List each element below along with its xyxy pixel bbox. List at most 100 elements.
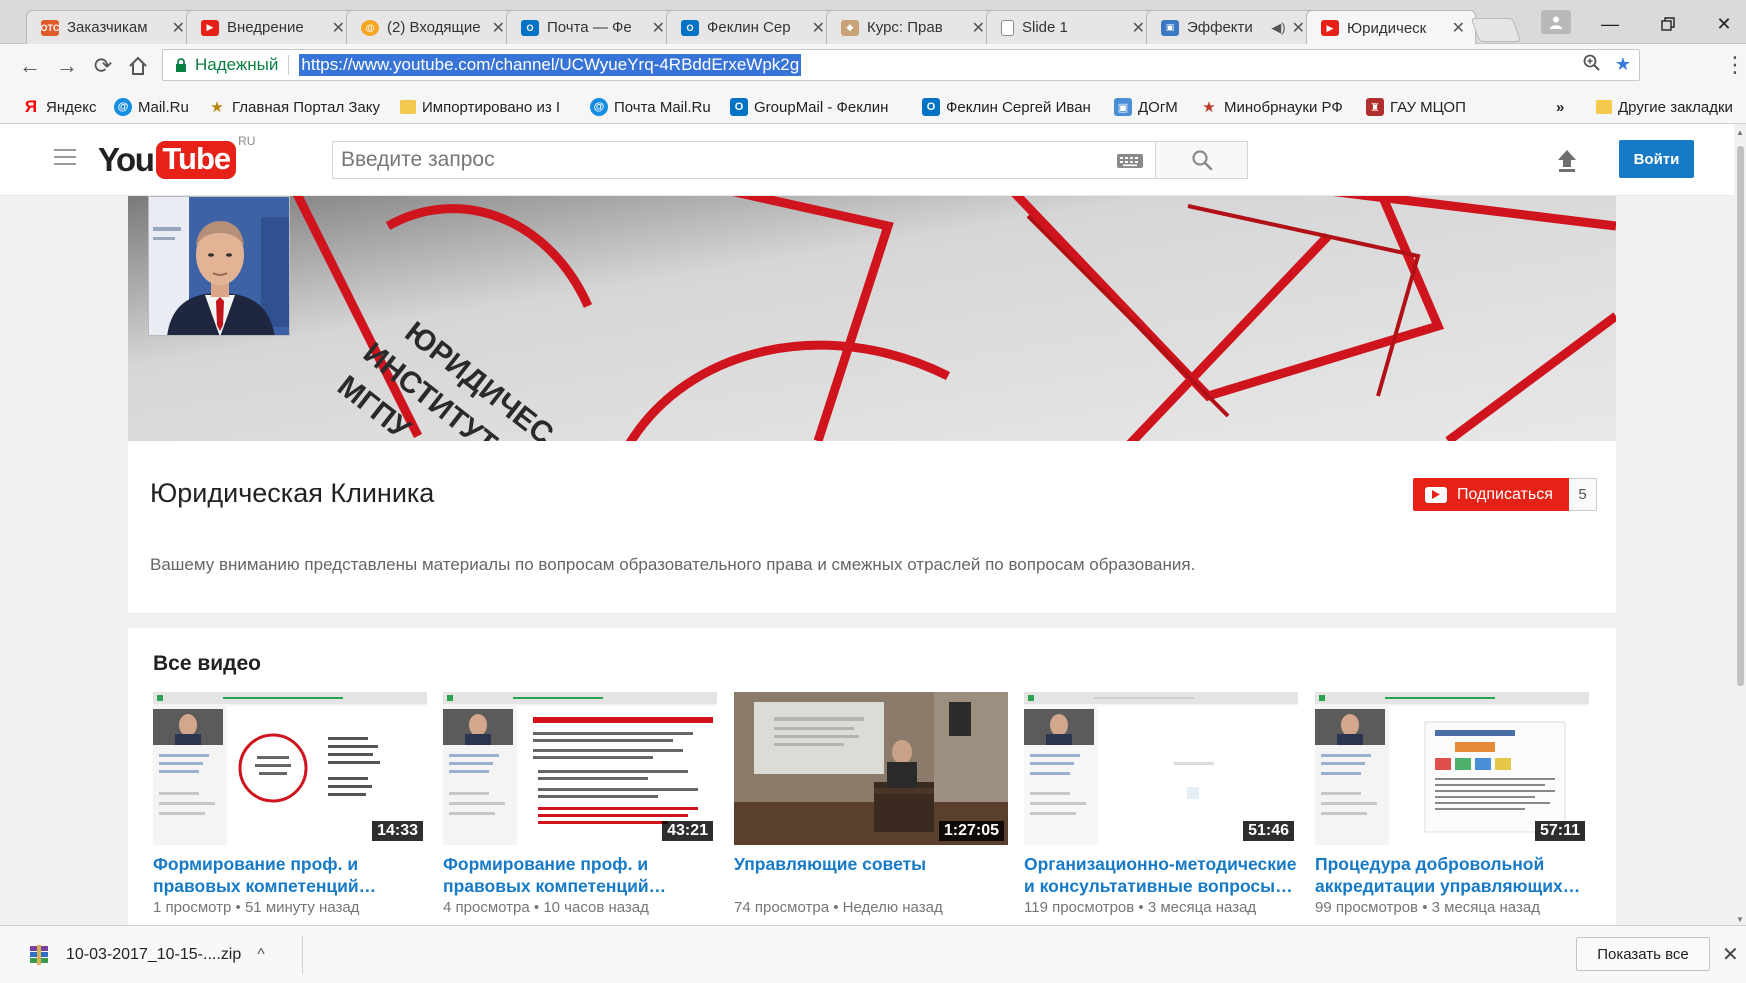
scroll-up-icon[interactable]: ▲: [1736, 128, 1744, 137]
youtube-logo[interactable]: You Tube RU: [98, 134, 255, 180]
video-views: 99 просмотров: [1315, 899, 1419, 916]
search-button[interactable]: [1156, 141, 1248, 179]
video-card[interactable]: 43:21 Формирование проф. и правовых комп…: [443, 692, 717, 916]
browser-tab-active[interactable]: ▶ Юридическ ✕: [1306, 10, 1476, 45]
show-all-downloads-button[interactable]: Показать все: [1576, 937, 1710, 971]
tab-title: Курс: Прав: [867, 19, 943, 36]
video-thumbnail[interactable]: 1:27:05: [734, 692, 1008, 845]
speaker-mute-icon[interactable]: ◀): [1271, 20, 1285, 36]
video-duration: 57:11: [1534, 821, 1585, 841]
image-icon: ▣: [1114, 98, 1132, 116]
browser-tab[interactable]: ▣ Эффекти ◀) ✕: [1146, 10, 1316, 44]
sign-in-button[interactable]: Войти: [1619, 140, 1694, 178]
video-title-link[interactable]: Формирование проф. и правовых компетенци…: [153, 853, 427, 897]
guide-menu-icon[interactable]: [54, 149, 76, 165]
close-tab-icon[interactable]: ✕: [172, 18, 185, 38]
new-tab-button[interactable]: [1470, 18, 1522, 42]
bookmarks-overflow-button[interactable]: »: [1556, 96, 1564, 118]
close-tab-icon[interactable]: ✕: [652, 18, 665, 38]
channel-avatar[interactable]: [148, 196, 290, 336]
browser-tab[interactable]: O Почта — Фе ✕: [506, 10, 676, 44]
video-thumbnail[interactable]: 43:21: [443, 692, 717, 845]
other-bookmarks-folder[interactable]: Другие закладки: [1596, 96, 1733, 118]
browser-tab[interactable]: ◆ Курс: Прав ✕: [826, 10, 996, 44]
video-meta: 1 просмотр • 51 минуту назад: [153, 899, 427, 916]
url-text[interactable]: https://www.youtube.com/channel/UCWyueYr…: [299, 54, 802, 76]
home-icon[interactable]: [124, 52, 152, 80]
page-scrollbar[interactable]: ▲ ▼: [1734, 124, 1746, 926]
bookmark-item[interactable]: ★ Минобрнауки РФ: [1200, 96, 1342, 118]
video-thumbnail[interactable]: 57:11: [1315, 692, 1589, 845]
close-tab-icon[interactable]: ✕: [812, 18, 825, 38]
bookmark-item[interactable]: O Феклин Сергей Иван: [922, 96, 1091, 118]
bookmark-label: Яндекс: [46, 98, 97, 116]
video-thumbnail[interactable]: 51:46: [1024, 692, 1298, 845]
forward-icon[interactable]: →: [53, 52, 81, 80]
browser-tab[interactable]: @ (2) Входящие ✕: [346, 10, 516, 44]
bookmark-item[interactable]: ♜ ГАУ МЦОП: [1366, 96, 1466, 118]
search-input[interactable]: Введите запрос: [332, 141, 1156, 179]
close-tab-icon[interactable]: ✕: [492, 18, 505, 38]
reload-icon[interactable]: ⟳: [89, 52, 117, 80]
profile-icon[interactable]: [1541, 10, 1571, 34]
scroll-down-icon[interactable]: ▼: [1736, 915, 1744, 924]
bookmark-star-icon[interactable]: ★: [1615, 54, 1631, 77]
logo-you: You: [98, 141, 155, 178]
video-card[interactable]: 14:33 Формирование проф. и правовых комп…: [153, 692, 427, 916]
bookmark-item[interactable]: ▣ ДОгМ: [1114, 96, 1178, 118]
bookmark-item[interactable]: ★ Главная Портал Заку: [208, 96, 380, 118]
bookmark-item[interactable]: O GroupMail - Феклин: [730, 96, 888, 118]
section-title[interactable]: Все видео: [153, 652, 261, 676]
subscribe-button[interactable]: Подписаться: [1413, 478, 1569, 511]
close-download-shelf-icon[interactable]: ✕: [1722, 942, 1739, 967]
video-title-link[interactable]: Организационно-методические и консультат…: [1024, 853, 1298, 897]
bookmark-item[interactable]: @ Mail.Ru: [114, 96, 189, 118]
browser-menu-icon[interactable]: ⋮: [1724, 52, 1746, 78]
bookmark-label: Главная Портал Заку: [232, 98, 380, 116]
keyboard-icon[interactable]: [1116, 152, 1144, 170]
browser-tab[interactable]: Slide 1 ✕: [986, 10, 1156, 44]
browser-tab[interactable]: ▶ Внедрение ✕: [186, 10, 356, 44]
yandex-icon: Я: [24, 97, 38, 116]
zoom-icon[interactable]: [1583, 54, 1601, 77]
minimize-icon[interactable]: —: [1594, 12, 1626, 36]
video-thumbnail[interactable]: 14:33: [153, 692, 427, 845]
video-card[interactable]: 57:11 Процедура добровольной аккредитаци…: [1315, 692, 1589, 916]
browser-tab[interactable]: O Феклин Сер ✕: [666, 10, 836, 44]
close-window-icon[interactable]: ✕: [1708, 12, 1740, 36]
restore-icon[interactable]: [1652, 12, 1684, 36]
download-item[interactable]: 10-03-2017_10-15-....zip ^: [28, 940, 265, 970]
bookmarks-bar: Я Яндекс @ Mail.Ru ★ Главная Портал Заку…: [0, 88, 1746, 124]
close-tab-icon[interactable]: ✕: [1292, 18, 1305, 38]
bookmark-label: ДОгМ: [1138, 98, 1178, 116]
close-tab-icon[interactable]: ✕: [1452, 18, 1465, 38]
close-tab-icon[interactable]: ✕: [332, 18, 345, 38]
bookmark-label: Mail.Ru: [138, 98, 189, 116]
video-card[interactable]: 1:27:05 Управляющие советы 74 просмотра …: [734, 692, 1008, 916]
upload-icon[interactable]: [1554, 148, 1580, 174]
meta-separator: •: [235, 899, 241, 916]
video-card[interactable]: 51:46 Организационно-методические и конс…: [1024, 692, 1298, 916]
video-age: 10 часов назад: [543, 899, 649, 916]
bookmark-item[interactable]: Импортировано из I: [400, 96, 560, 118]
video-title-link[interactable]: Управляющие советы: [734, 853, 1008, 897]
page-icon: [1001, 19, 1014, 36]
video-title-link[interactable]: Процедура добровольной аккредитации упра…: [1315, 853, 1589, 897]
video-title-link[interactable]: Формирование проф. и правовых компетенци…: [443, 853, 717, 897]
browser-tab[interactable]: ОТС Заказчикам ✕: [26, 10, 196, 44]
back-icon[interactable]: ←: [16, 52, 44, 80]
search-icon: [1191, 150, 1212, 171]
channel-title[interactable]: Юридическая Клиника: [150, 478, 434, 509]
close-tab-icon[interactable]: ✕: [1132, 18, 1145, 38]
scrollbar-thumb[interactable]: [1737, 146, 1744, 686]
close-tab-icon[interactable]: ✕: [972, 18, 985, 38]
bookmark-item[interactable]: Я Яндекс: [22, 96, 97, 118]
chevron-up-icon[interactable]: ^: [257, 946, 265, 964]
tab-title: Феклин Сер: [707, 19, 791, 36]
tab-title: Эффекти: [1187, 19, 1253, 36]
outlook-icon: O: [730, 98, 748, 116]
bookmark-item[interactable]: @ Почта Mail.Ru: [590, 96, 711, 118]
moodle-icon: ◆: [841, 19, 859, 36]
video-meta: 119 просмотров • 3 месяца назад: [1024, 899, 1298, 916]
address-bar[interactable]: Надежный https://www.youtube.com/channel…: [162, 49, 1640, 81]
